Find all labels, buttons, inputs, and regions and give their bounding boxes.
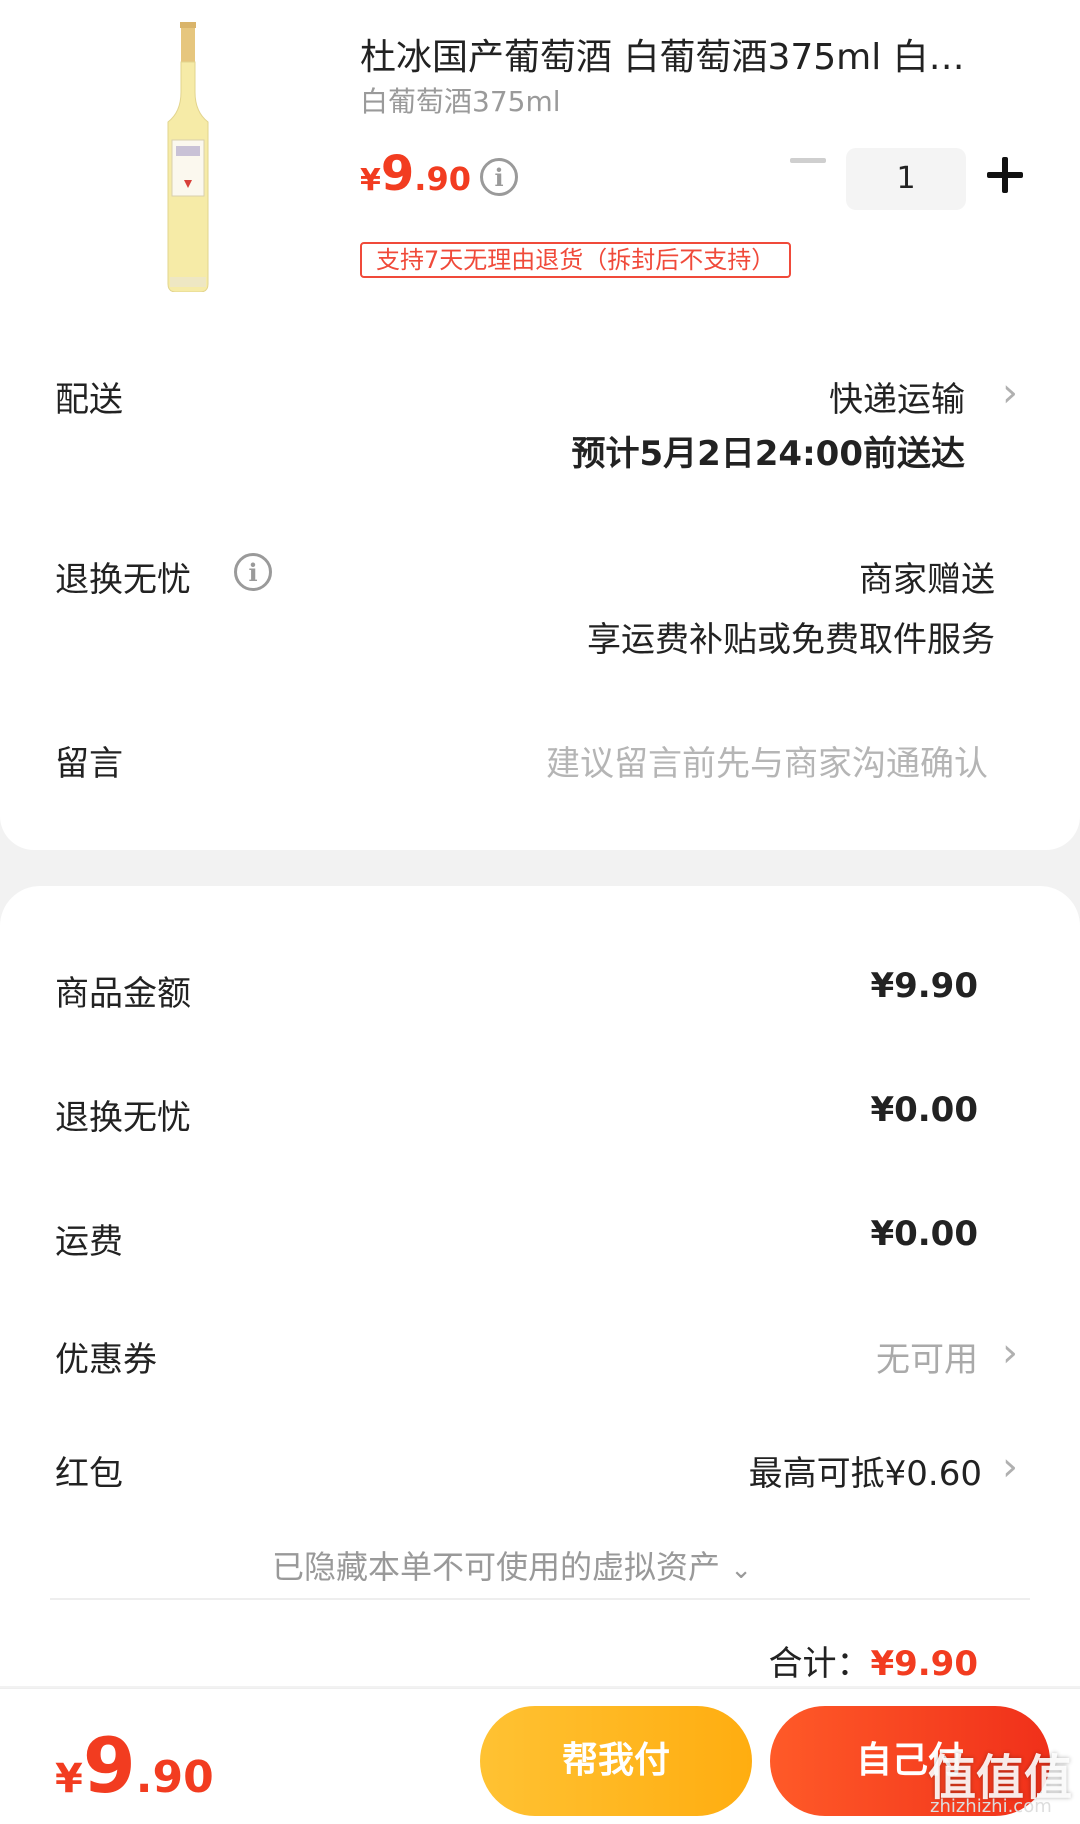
goods-amount-value: ¥9.90 xyxy=(870,966,978,1006)
shipping-fee-value: ¥0.00 xyxy=(870,1214,978,1254)
price-decimal: .90 xyxy=(414,160,471,198)
divider xyxy=(50,1598,1030,1600)
bottom-price: ¥9.90 xyxy=(55,1728,214,1804)
delivery-label: 配送 xyxy=(55,380,123,420)
total-label: 合计： xyxy=(768,1644,871,1684)
bottom-price-integer: 9 xyxy=(82,1721,136,1810)
hidden-assets-toggle[interactable]: 已隐藏本单不可使用的虚拟资产 ⌄ xyxy=(272,1542,752,1588)
price-currency: ¥ xyxy=(360,163,381,198)
product-spec[interactable]: 白葡萄酒375ml xyxy=(360,80,561,120)
red-packet-value[interactable]: 最高可抵¥0.60 xyxy=(749,1446,982,1495)
return-service-value: 商家赠送 xyxy=(859,560,995,600)
shipping-fee-label: 运费 xyxy=(55,1222,123,1262)
watermark-url: zhizhizhi.com xyxy=(930,1796,1052,1817)
bottom-price-decimal: .90 xyxy=(135,1752,214,1803)
total-value: ¥9.90 xyxy=(870,1644,978,1684)
price-info-icon[interactable]: i xyxy=(480,158,518,196)
return-service-label: 退换无忧 xyxy=(55,560,191,600)
delivery-chevron-right-icon[interactable]: › xyxy=(1002,370,1018,416)
return-service-info-icon[interactable]: i xyxy=(234,553,272,591)
return-service-detail: 享运费补贴或免费取件服务 xyxy=(587,620,995,660)
help-pay-button[interactable]: 帮我付 xyxy=(480,1706,752,1816)
chevron-down-icon: ⌄ xyxy=(730,1555,752,1585)
product-title[interactable]: 杜冰国产葡萄酒 白葡萄酒375ml 白… xyxy=(360,28,1000,80)
total-row: 合计：¥9.90 xyxy=(768,1636,978,1685)
product-price: ¥9.90 xyxy=(360,150,471,198)
hidden-assets-text: 已隐藏本单不可使用的虚拟资产 xyxy=(272,1548,721,1586)
quantity-decrease-button[interactable] xyxy=(790,158,826,163)
red-packet-chevron-right-icon[interactable]: › xyxy=(1002,1444,1018,1490)
message-input[interactable]: 建议留言前先与商家沟通确认 xyxy=(546,736,988,785)
delivery-eta: 预计5月2日24:00前送达 xyxy=(571,434,965,474)
return-fee-value: ¥0.00 xyxy=(870,1090,978,1130)
red-packet-label: 红包 xyxy=(55,1454,123,1494)
goods-amount-label: 商品金额 xyxy=(55,974,191,1014)
coupon-value[interactable]: 无可用 xyxy=(876,1332,978,1381)
coupon-label: 优惠券 xyxy=(55,1340,157,1380)
message-label: 留言 xyxy=(55,744,123,784)
price-integer: 9 xyxy=(380,146,415,202)
quantity-field[interactable]: 1 xyxy=(846,148,966,210)
delivery-method[interactable]: 快递运输 xyxy=(829,372,965,421)
return-policy-tag: 支持7天无理由退货（拆封后不支持） xyxy=(360,242,792,278)
return-fee-label: 退换无忧 xyxy=(55,1098,191,1138)
bottom-price-currency: ¥ xyxy=(55,1756,83,1802)
quantity-increase-button[interactable] xyxy=(985,155,1025,195)
coupon-chevron-right-icon[interactable]: › xyxy=(1002,1330,1018,1376)
product-image[interactable] xyxy=(160,22,216,292)
